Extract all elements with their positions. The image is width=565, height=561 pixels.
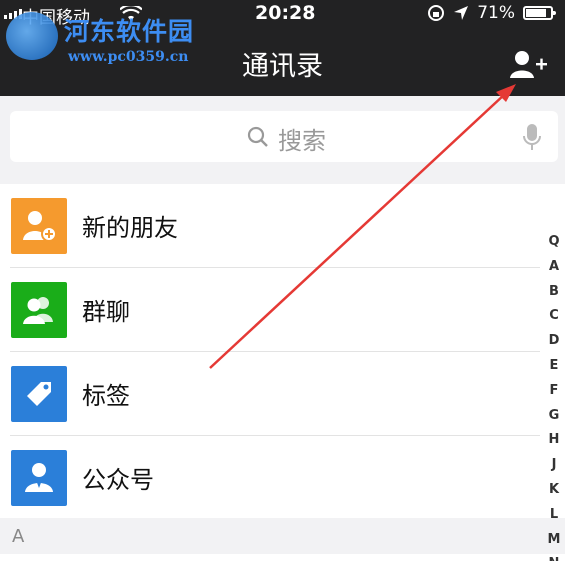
list-item-label: 新的朋友 (82, 214, 178, 242)
list-continuation (0, 554, 565, 561)
index-letter[interactable]: N (545, 552, 563, 561)
section-letter: A (12, 526, 25, 547)
index-letter[interactable]: A (545, 255, 563, 280)
index-letter[interactable]: M (545, 528, 563, 553)
index-letter[interactable]: L (545, 503, 563, 528)
index-letter[interactable]: B (545, 280, 563, 305)
index-letter[interactable]: C (545, 304, 563, 329)
official-account-icon (11, 450, 67, 506)
list-item-label: 公众号 (82, 466, 154, 494)
watermark-title: 河东软件园 (64, 17, 195, 46)
add-contact-button[interactable] (509, 48, 549, 82)
status-right: 71% (427, 3, 556, 23)
index-letter[interactable]: D (545, 329, 563, 354)
index-letter[interactable]: E (545, 354, 563, 379)
index-letter[interactable]: G (545, 404, 563, 429)
index-letter[interactable]: F (545, 379, 563, 404)
section-header: A (0, 518, 565, 554)
top-bar: 中国移动 20:28 71% 河东软件园 www.pc0359.cn 通讯录 (0, 0, 565, 96)
page-title: 通讯录 (242, 51, 323, 82)
list-item-tags[interactable]: 标签 (0, 352, 540, 436)
battery-percent: 71% (477, 3, 515, 23)
list-item-official-accounts[interactable]: 公众号 (0, 436, 540, 520)
alphabet-index[interactable]: Q A B C D E F G H J K L M N (545, 230, 563, 561)
search-placeholder: 搜索 (278, 127, 326, 155)
add-friend-icon (11, 198, 67, 254)
index-letter[interactable]: H (545, 428, 563, 453)
list-item-label: 群聊 (82, 298, 130, 326)
list-item-group-chats[interactable]: 群聊 (0, 268, 540, 352)
search-icon (247, 126, 268, 147)
list-item-label: 标签 (82, 382, 130, 410)
location-icon (454, 6, 469, 20)
search-input[interactable]: 搜索 (10, 111, 558, 162)
index-letter[interactable]: K (545, 478, 563, 503)
contacts-list: 新的朋友 群聊 标签 公众号 (0, 184, 565, 518)
status-time: 20:28 (255, 2, 316, 24)
microphone-icon[interactable] (522, 123, 542, 151)
index-letter[interactable]: J (545, 453, 563, 478)
battery-icon (523, 6, 556, 20)
index-search[interactable]: Q (545, 230, 563, 255)
search-area: 搜索 (0, 96, 565, 184)
group-chat-icon (11, 282, 67, 338)
rotation-lock-icon (428, 5, 445, 21)
list-item-new-friends[interactable]: 新的朋友 (0, 184, 540, 268)
tag-icon (11, 366, 67, 422)
